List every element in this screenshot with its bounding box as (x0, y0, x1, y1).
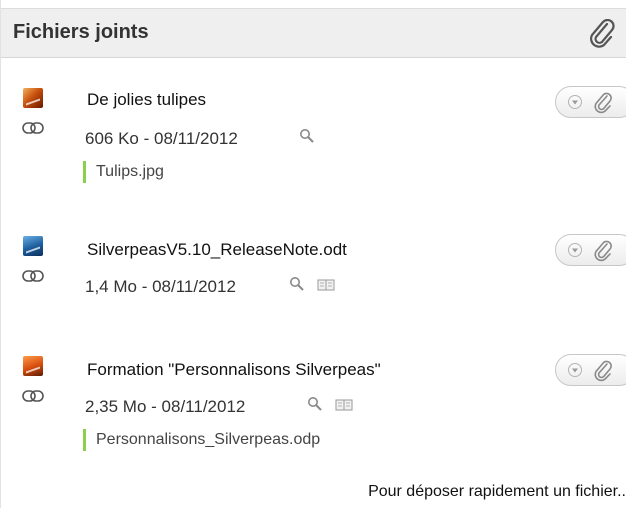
attachment-filename[interactable]: Tulips.jpg (83, 161, 164, 183)
book-view-icon[interactable] (317, 279, 335, 291)
paperclip-icon (594, 240, 612, 262)
preview-search-icon[interactable] (299, 128, 315, 144)
paperclip-icon[interactable] (587, 19, 617, 49)
preview-search-icon[interactable] (307, 396, 323, 412)
attachment-filename[interactable]: Personnalisons_Silverpeas.odp (83, 429, 320, 451)
attachment-menu-button[interactable] (555, 234, 626, 266)
chevron-down-icon (568, 243, 582, 257)
presentation-file-icon[interactable] (23, 356, 43, 376)
attachment-info: 2,35 Mo - 08/11/2012 (85, 397, 246, 416)
attachment-menu-button[interactable] (555, 86, 626, 118)
permalink-icon[interactable] (22, 390, 44, 402)
image-file-icon[interactable] (23, 88, 43, 108)
attachment-title[interactable]: Formation "Personnalisons Silverpeas" (87, 360, 381, 380)
paperclip-icon (594, 360, 612, 382)
chevron-down-icon (568, 363, 582, 377)
attachments-panel: Fichiers joints De jolies tulipes 606 Ko… (0, 0, 626, 508)
attachment-title[interactable]: De jolies tulipes (87, 90, 206, 110)
panel-title: Fichiers joints (13, 21, 149, 43)
chevron-down-icon (568, 95, 582, 109)
dropzone-hint[interactable]: Pour déposer rapidement un fichier.. (368, 483, 626, 501)
preview-search-icon[interactable] (289, 276, 305, 292)
book-view-icon[interactable] (335, 399, 353, 411)
attachment-info: 606 Ko - 08/11/2012 (85, 129, 238, 148)
attachment-menu-button[interactable] (555, 354, 626, 386)
text-document-icon[interactable] (23, 236, 43, 256)
attachment-title[interactable]: SilverpeasV5.10_ReleaseNote.odt (87, 240, 347, 260)
permalink-icon[interactable] (22, 122, 44, 134)
panel-header: Fichiers joints (1, 8, 626, 58)
permalink-icon[interactable] (22, 270, 44, 282)
paperclip-icon (594, 92, 612, 114)
attachment-info: 1,4 Mo - 08/11/2012 (85, 277, 236, 296)
